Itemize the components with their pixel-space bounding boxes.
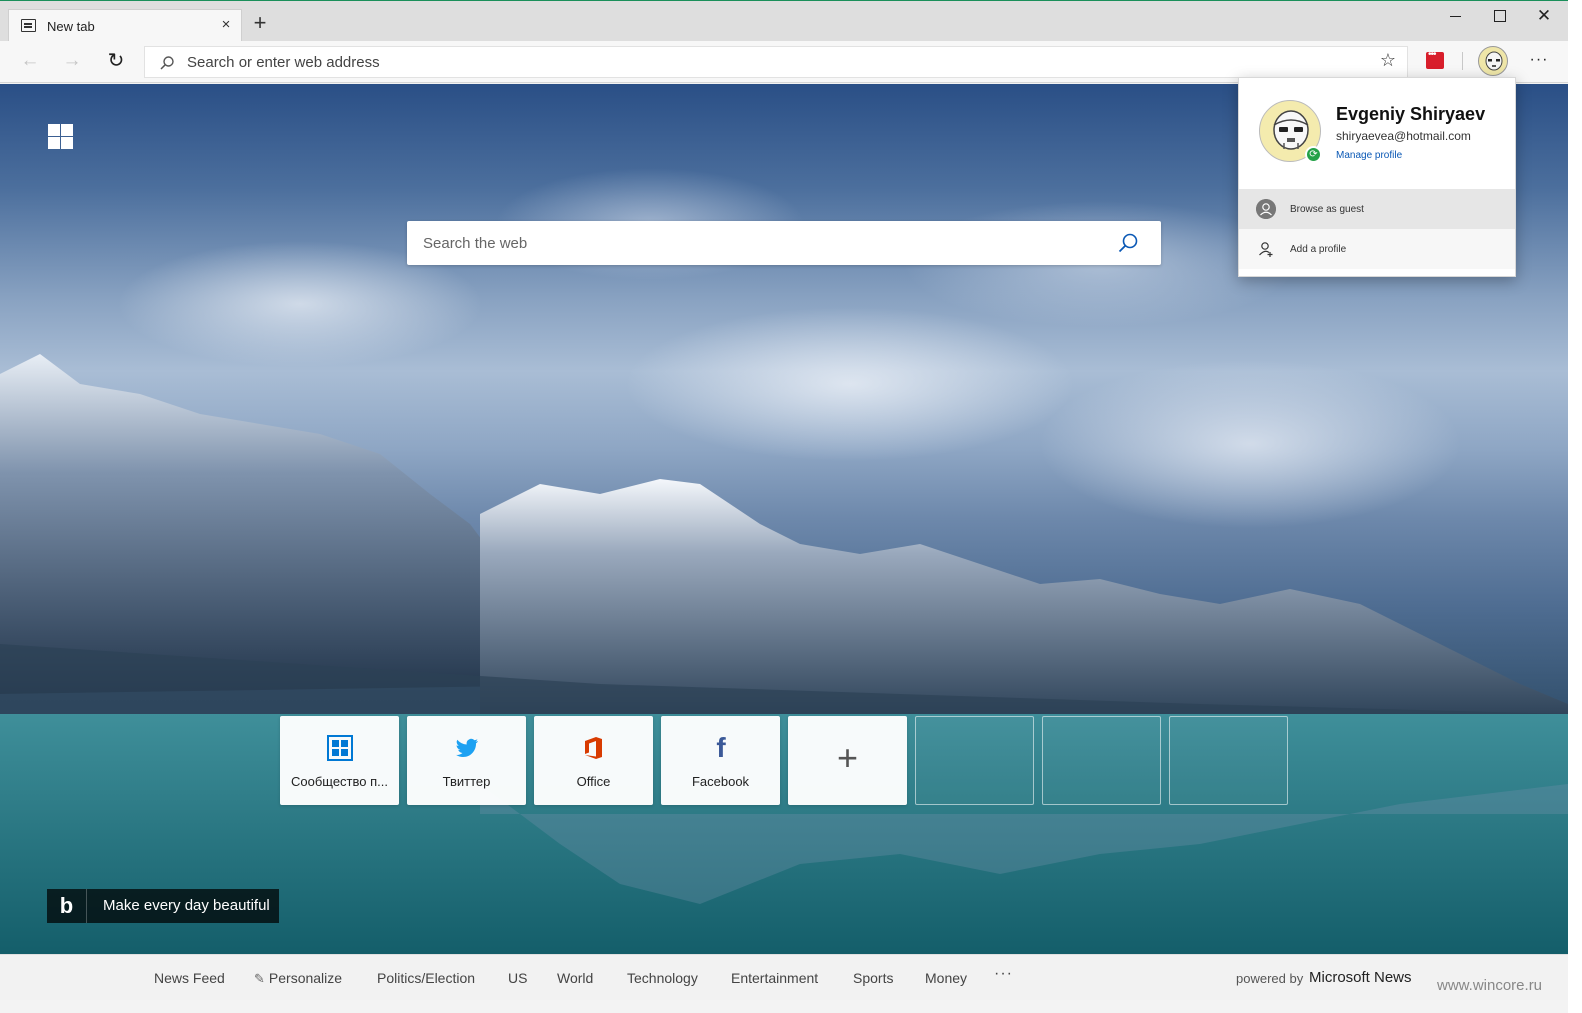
top-site-label: Твиттер (442, 774, 491, 789)
bing-logo-icon: b (47, 889, 87, 923)
top-site-tile[interactable]: Office (534, 716, 653, 805)
profile-email: shiryaevea@hotmail.com (1336, 129, 1471, 143)
news-item-politics[interactable]: Politics/Election (377, 970, 475, 986)
close-window-button[interactable]: ✕ (1521, 1, 1567, 33)
address-input[interactable]: Search or enter web address (187, 54, 380, 71)
empty-site-slot (1042, 716, 1161, 805)
refresh-button[interactable]: ↻ (103, 50, 129, 74)
news-item-news-feed[interactable]: News Feed (154, 970, 225, 986)
news-item-sports[interactable]: Sports (853, 970, 893, 986)
news-more-button[interactable]: ··· (994, 965, 1013, 983)
profile-name: Evgeniy Shiryaev (1336, 104, 1486, 124)
top-site-tile[interactable]: f Facebook (661, 716, 780, 805)
top-site-tile[interactable]: Сообщество п... (280, 716, 399, 805)
toolbar-divider (1462, 52, 1463, 70)
favorite-star-icon[interactable]: ☆ (1378, 50, 1398, 70)
bing-tagline: Make every day beautiful (103, 897, 270, 914)
address-bar[interactable]: Search or enter web address (144, 46, 1408, 78)
maximize-button[interactable] (1477, 1, 1523, 33)
empty-site-slot (1169, 716, 1288, 805)
empty-site-slot (915, 716, 1034, 805)
sync-status-icon: ⟳ (1305, 146, 1322, 163)
news-item-personalize-label: Personalize (268, 970, 343, 986)
powered-by-text: powered by (1236, 971, 1304, 986)
news-navigation-bar: News Feed ✎ Personalize Politics/Election… (0, 954, 1568, 1000)
browse-as-guest-item[interactable]: Browse as guest (1239, 189, 1515, 229)
title-bar: New tab × + ✕ (0, 0, 1568, 42)
add-site-icon: + (836, 737, 859, 778)
news-item-entertainment[interactable]: Entertainment (731, 970, 818, 986)
news-item-technology[interactable]: Technology (627, 970, 698, 986)
bing-image-info-badge[interactable]: b Make every day beautiful (47, 889, 279, 923)
window-edge (1568, 0, 1582, 1013)
add-profile-label: Add a profile (1290, 244, 1347, 255)
profile-flyout: ⟳ Evgeniy Shiryaev shiryaevea@hotmail.co… (1238, 77, 1516, 277)
minimize-button[interactable] (1432, 1, 1478, 33)
guest-icon (1256, 199, 1276, 219)
tab-close-button[interactable]: × (217, 16, 235, 34)
add-profile-item[interactable]: Add a profile (1239, 229, 1515, 269)
add-profile-icon (1259, 242, 1273, 257)
back-button[interactable]: ← (17, 50, 43, 74)
pencil-icon: ✎ (254, 971, 265, 986)
web-search-box[interactable]: Search the web (407, 221, 1161, 265)
new-tab-page-icon (21, 19, 36, 32)
extension-icon[interactable] (1426, 49, 1444, 69)
top-site-label: Сообщество п... (290, 774, 388, 789)
windows-logo-icon[interactable] (48, 124, 73, 149)
add-site-tile[interactable]: + (788, 716, 907, 805)
news-item-world[interactable]: World (557, 970, 593, 986)
profile-avatar-button[interactable] (1478, 46, 1508, 76)
facebook-icon: f (716, 732, 726, 763)
office-icon (585, 737, 602, 759)
web-search-input[interactable]: Search the web (423, 235, 527, 252)
site-watermark: www.wincore.ru (1437, 977, 1543, 994)
search-icon (160, 56, 174, 70)
top-site-label: Office (576, 774, 611, 789)
windows-community-icon (327, 735, 353, 761)
browse-as-guest-label: Browse as guest (1290, 204, 1364, 215)
forward-button[interactable]: → (59, 50, 85, 74)
news-item-us[interactable]: US (508, 970, 527, 986)
news-item-personalize[interactable]: ✎ Personalize (254, 970, 342, 987)
news-item-money[interactable]: Money (925, 970, 967, 986)
microsoft-news-link[interactable]: Microsoft News (1309, 969, 1412, 986)
twitter-icon (456, 738, 478, 757)
search-icon[interactable] (1117, 232, 1139, 254)
settings-more-button[interactable]: ··· (1528, 49, 1550, 71)
tab-title: New tab (47, 19, 95, 34)
top-site-label: Facebook (691, 774, 750, 789)
tab-new-tab[interactable]: New tab × (8, 9, 242, 42)
top-site-tile[interactable]: Твиттер (407, 716, 526, 805)
manage-profile-link[interactable]: Manage profile (1336, 150, 1402, 161)
new-tab-button[interactable]: + (249, 12, 271, 34)
